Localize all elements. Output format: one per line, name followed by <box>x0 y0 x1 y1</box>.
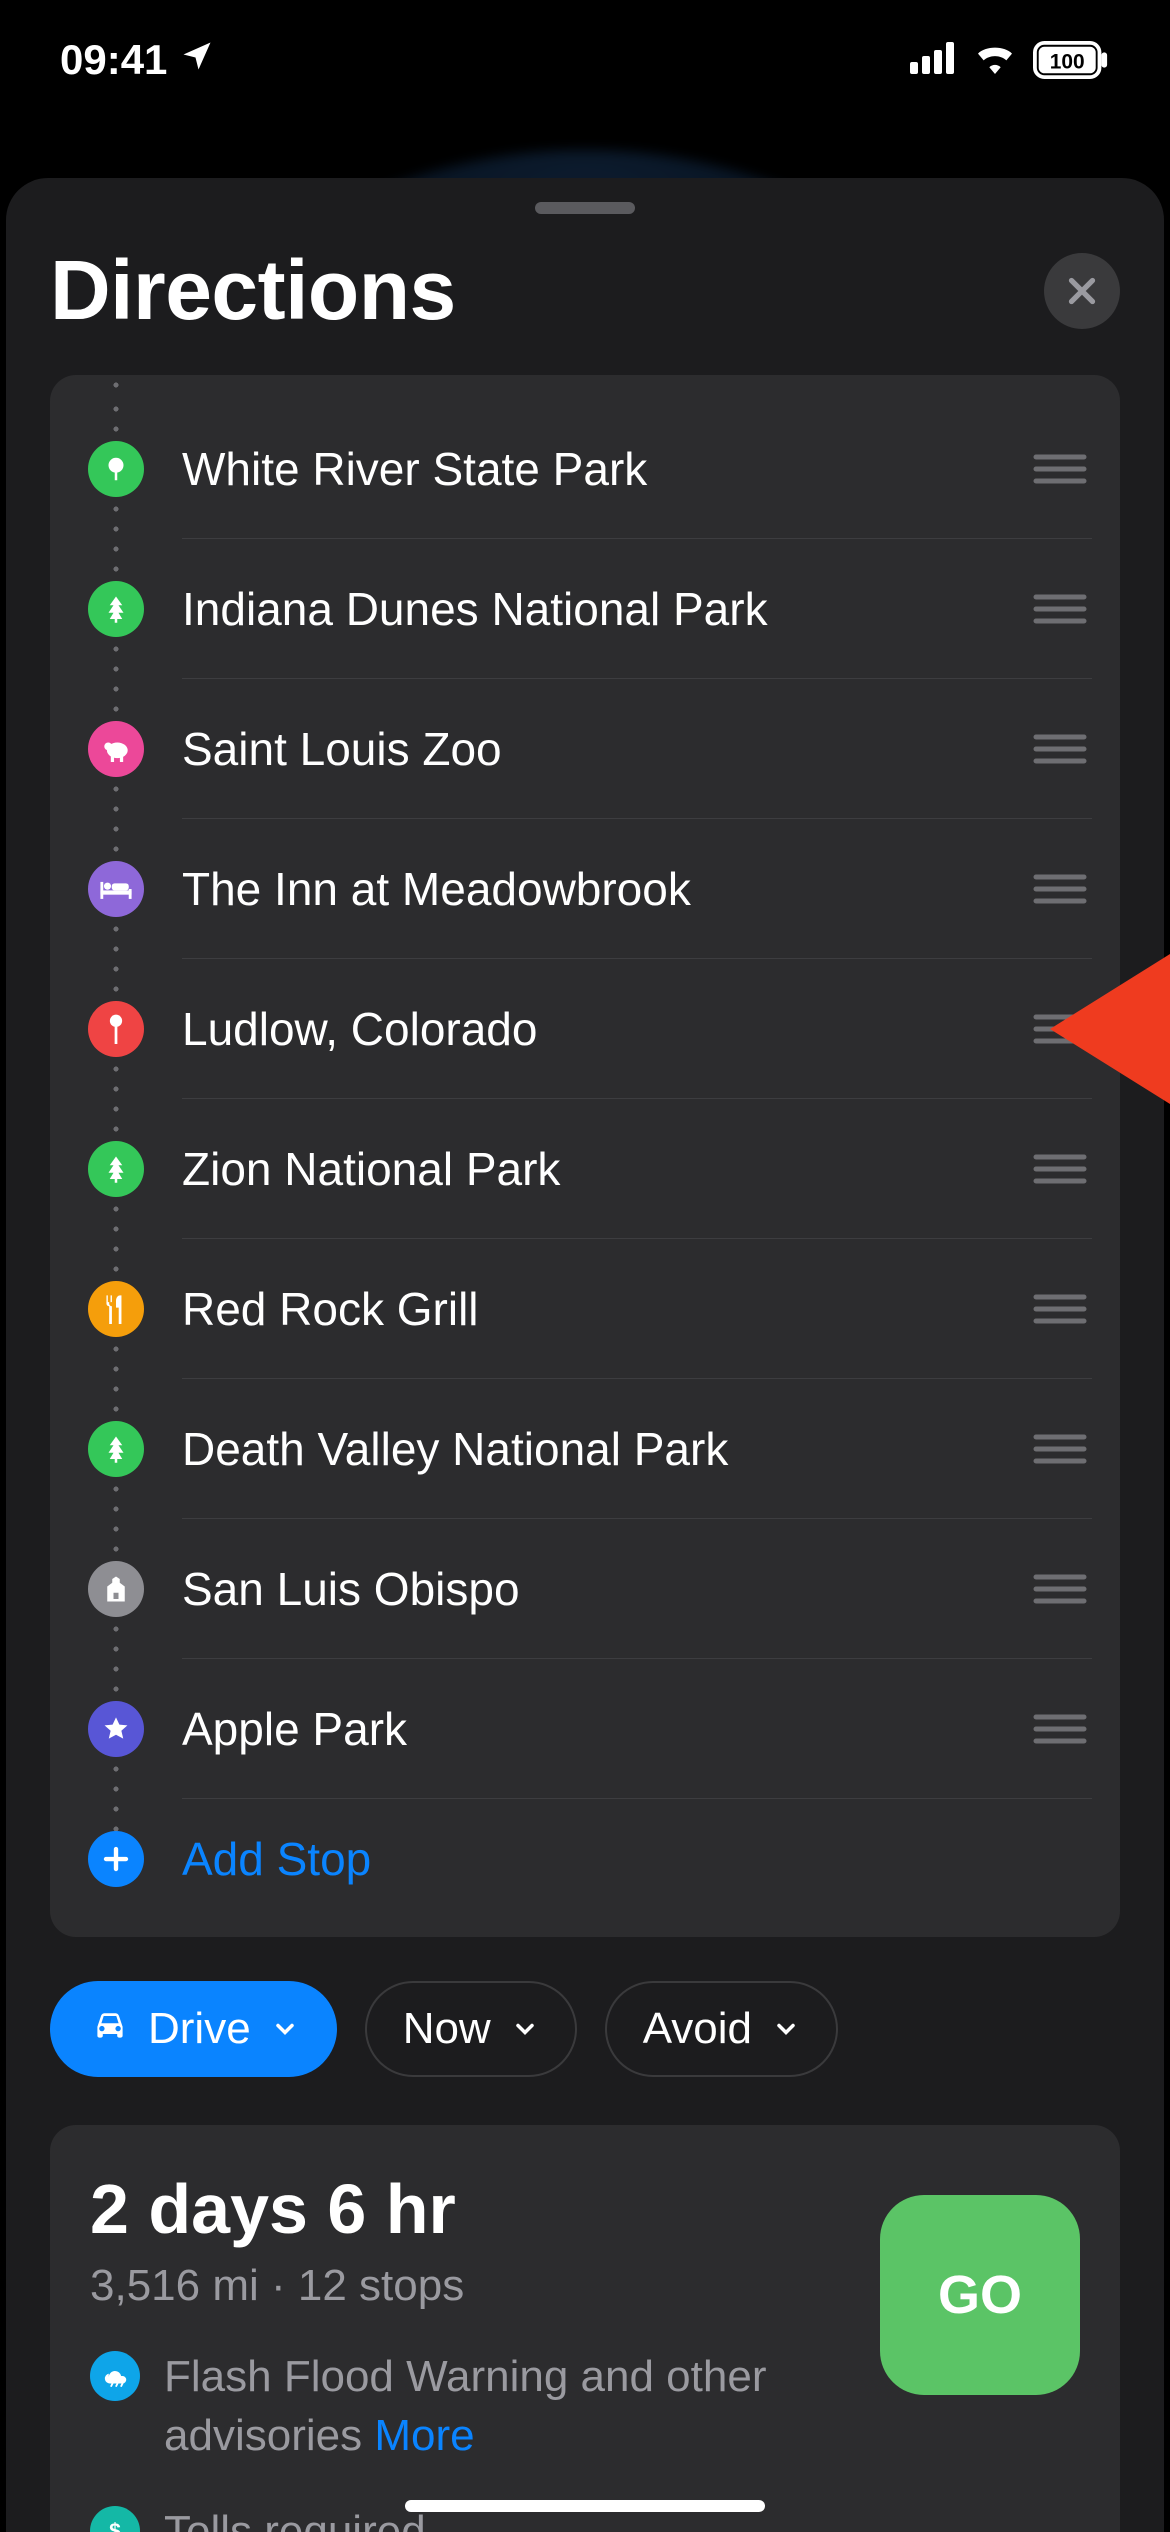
drag-handle[interactable] <box>1032 1711 1088 1747</box>
drag-handle[interactable] <box>1032 591 1088 627</box>
drag-handle[interactable] <box>1032 1431 1088 1467</box>
pine-icon <box>88 1141 144 1197</box>
stop-row[interactable]: Ludlow, Colorado <box>50 959 1120 1099</box>
stop-row[interactable]: Indiana Dunes National Park <box>50 539 1120 679</box>
pine-icon <box>88 581 144 637</box>
svg-text:100: 100 <box>1050 51 1085 74</box>
advisory-text: Tolls required <box>164 2507 426 2532</box>
drag-handle[interactable] <box>1032 1571 1088 1607</box>
mode-drive-label: Drive <box>148 2004 251 2054</box>
stop-row[interactable]: San Luis Obispo <box>50 1519 1120 1659</box>
stop-label: The Inn at Meadowbrook <box>182 862 1032 916</box>
go-button-label: GO <box>938 2264 1022 2326</box>
advisory-more-link[interactable]: More <box>374 2411 474 2460</box>
drag-handle[interactable] <box>1032 1291 1088 1327</box>
pine-icon <box>88 1421 144 1477</box>
home-indicator[interactable] <box>405 2500 765 2512</box>
stop-row[interactable]: Zion National Park <box>50 1099 1120 1239</box>
chevron-down-icon <box>271 2004 299 2054</box>
route-summary-card[interactable]: 2 days 6 hr 3,516 mi · 12 stops Flash Fl… <box>50 2125 1120 2532</box>
pin-icon <box>88 1001 144 1057</box>
wifi-icon <box>972 36 1018 84</box>
stop-row[interactable]: White River State Park <box>50 399 1120 539</box>
bed-icon <box>88 861 144 917</box>
depart-now-label: Now <box>403 2004 491 2054</box>
add-stop-row[interactable]: Add Stop <box>50 1799 1120 1919</box>
stop-label: Zion National Park <box>182 1142 1032 1196</box>
avoid-label: Avoid <box>643 2004 752 2054</box>
add-stop-label: Add Stop <box>182 1832 371 1886</box>
directions-sheet: Directions White River State Park Indiana… <box>6 178 1164 2532</box>
sheet-grabber[interactable] <box>535 202 635 214</box>
building-icon <box>88 1561 144 1617</box>
chevron-down-icon <box>772 2004 800 2054</box>
cellular-icon <box>910 36 958 84</box>
drag-handle[interactable] <box>1032 871 1088 907</box>
stop-row[interactable]: Red Rock Grill <box>50 1239 1120 1379</box>
battery-icon: 100 <box>1032 41 1110 79</box>
star-icon <box>88 1701 144 1757</box>
page-title: Directions <box>50 242 456 339</box>
close-icon <box>1064 273 1100 309</box>
car-icon <box>88 2004 132 2054</box>
chevron-down-icon <box>511 2004 539 2054</box>
stop-label: Death Valley National Park <box>182 1422 1032 1476</box>
stop-row[interactable]: Apple Park <box>50 1659 1120 1799</box>
location-arrow-icon <box>179 36 215 84</box>
drag-handle[interactable] <box>1032 731 1088 767</box>
stop-label: Red Rock Grill <box>182 1282 1032 1336</box>
animal-icon <box>88 721 144 777</box>
route-option-pills: Drive Now Avoid <box>6 1937 1164 2077</box>
close-button[interactable] <box>1044 253 1120 329</box>
go-button[interactable]: GO <box>880 2195 1080 2395</box>
fork-icon <box>88 1281 144 1337</box>
svg-text:$: $ <box>109 2520 121 2532</box>
stop-row[interactable]: Saint Louis Zoo <box>50 679 1120 819</box>
stops-list-card: White River State Park Indiana Dunes Nati… <box>50 375 1120 1937</box>
stop-label: Indiana Dunes National Park <box>182 582 1032 636</box>
stop-label: Apple Park <box>182 1702 1032 1756</box>
stop-label: White River State Park <box>182 442 1032 496</box>
mode-drive-pill[interactable]: Drive <box>50 1981 337 2077</box>
stop-row[interactable]: Death Valley National Park <box>50 1379 1120 1519</box>
dollar-icon: $ <box>90 2506 140 2532</box>
drag-handle[interactable] <box>1032 1011 1088 1047</box>
tree-icon <box>88 441 144 497</box>
drag-handle[interactable] <box>1032 1151 1088 1187</box>
status-time: 09:41 <box>60 36 167 84</box>
stop-label: Saint Louis Zoo <box>182 722 1032 776</box>
drag-handle[interactable] <box>1032 451 1088 487</box>
stop-label: Ludlow, Colorado <box>182 1002 1032 1056</box>
status-bar: 09:41 100 <box>0 0 1170 120</box>
avoid-pill[interactable]: Avoid <box>605 1981 838 2077</box>
stop-row[interactable]: The Inn at Meadowbrook <box>50 819 1120 959</box>
rain-icon <box>90 2351 140 2401</box>
depart-now-pill[interactable]: Now <box>365 1981 577 2077</box>
stop-label: San Luis Obispo <box>182 1562 1032 1616</box>
plus-icon <box>88 1831 144 1887</box>
